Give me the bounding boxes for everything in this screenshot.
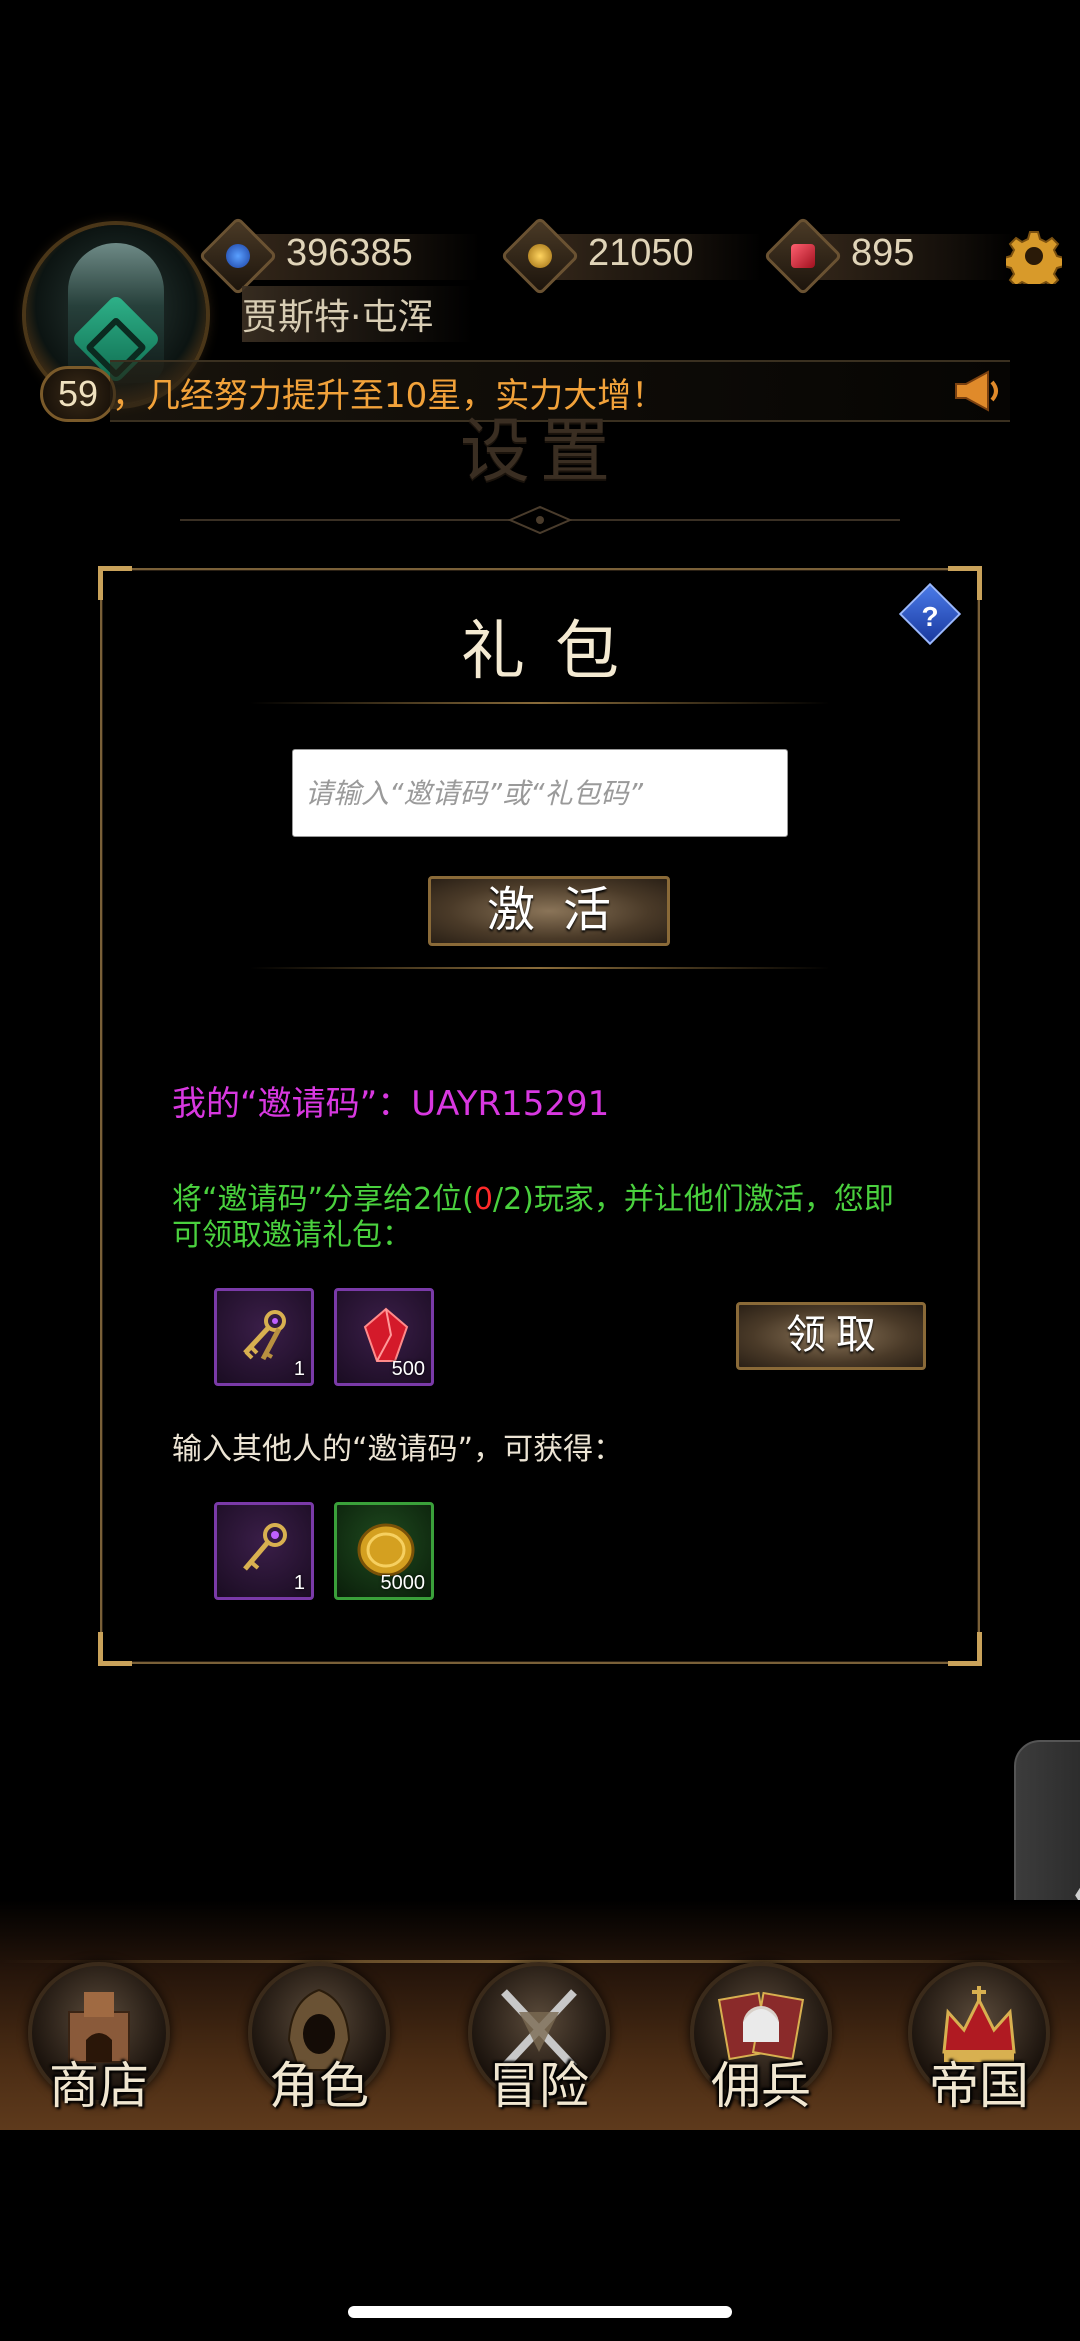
my-invite-code: 我的“邀请码”：UAYR15291 [172, 1084, 610, 1124]
home-indicator[interactable] [348, 2306, 732, 2318]
nav-label: 商店 [49, 2057, 149, 2115]
resource-value: 21050 [588, 232, 694, 274]
reward-item-keys[interactable]: 1 [214, 1288, 314, 1386]
player-name: 贾斯特·屯浑 [242, 286, 474, 342]
nav-label: 佣兵 [711, 2057, 811, 2115]
reward-item-gems[interactable]: 500 [334, 1288, 434, 1386]
item-qty: 5000 [380, 1572, 426, 1594]
settings-gear-icon[interactable] [1006, 228, 1062, 284]
gift-panel-title: 礼包 [461, 615, 649, 689]
nav-empire[interactable]: 帝国 [904, 1962, 1054, 2122]
nav-label: 角色 [269, 2057, 369, 2115]
resource-value: 895 [851, 232, 915, 274]
item-qty: 1 [293, 1358, 305, 1380]
nav-label: 帝国 [929, 2057, 1029, 2115]
nav-adventure[interactable]: 冒险 [464, 1962, 614, 2122]
item-qty: 1 [293, 1572, 305, 1594]
red-gem-icon [763, 216, 843, 296]
redeem-instructions: 输入其他人的“邀请码”，可获得： [172, 1432, 624, 1467]
nav-label: 冒险 [489, 2057, 589, 2115]
divider [250, 702, 830, 704]
keys-icon [243, 1310, 286, 1361]
divider [250, 967, 830, 969]
reward-item-gold[interactable]: 5000 [334, 1502, 434, 1600]
invite-instructions: 将“邀请码”分享给2位(0/2)玩家，并让他们激活，您即可领取邀请礼包： [172, 1182, 894, 1253]
nav-shop[interactable]: 商店 [24, 1962, 174, 2122]
gold-coin-icon [500, 216, 580, 296]
nav-mercenary[interactable]: 佣兵 [686, 1962, 836, 2122]
resource-value: 396385 [286, 232, 413, 274]
key-icon [243, 1523, 287, 1571]
item-qty: 500 [391, 1358, 425, 1380]
reward-item-key[interactable]: 1 [214, 1502, 314, 1600]
claim-button[interactable]: 领取 [736, 1302, 926, 1370]
nav-character[interactable]: 角色 [244, 1962, 394, 2122]
invite-progress-count: 0 [473, 1182, 493, 1217]
gift-code-input[interactable] [292, 749, 788, 837]
page-title: 设置 [460, 410, 620, 492]
activate-button[interactable]: 激活 [428, 876, 670, 946]
title-ornament [180, 505, 900, 535]
blue-crystal-icon [198, 216, 278, 296]
